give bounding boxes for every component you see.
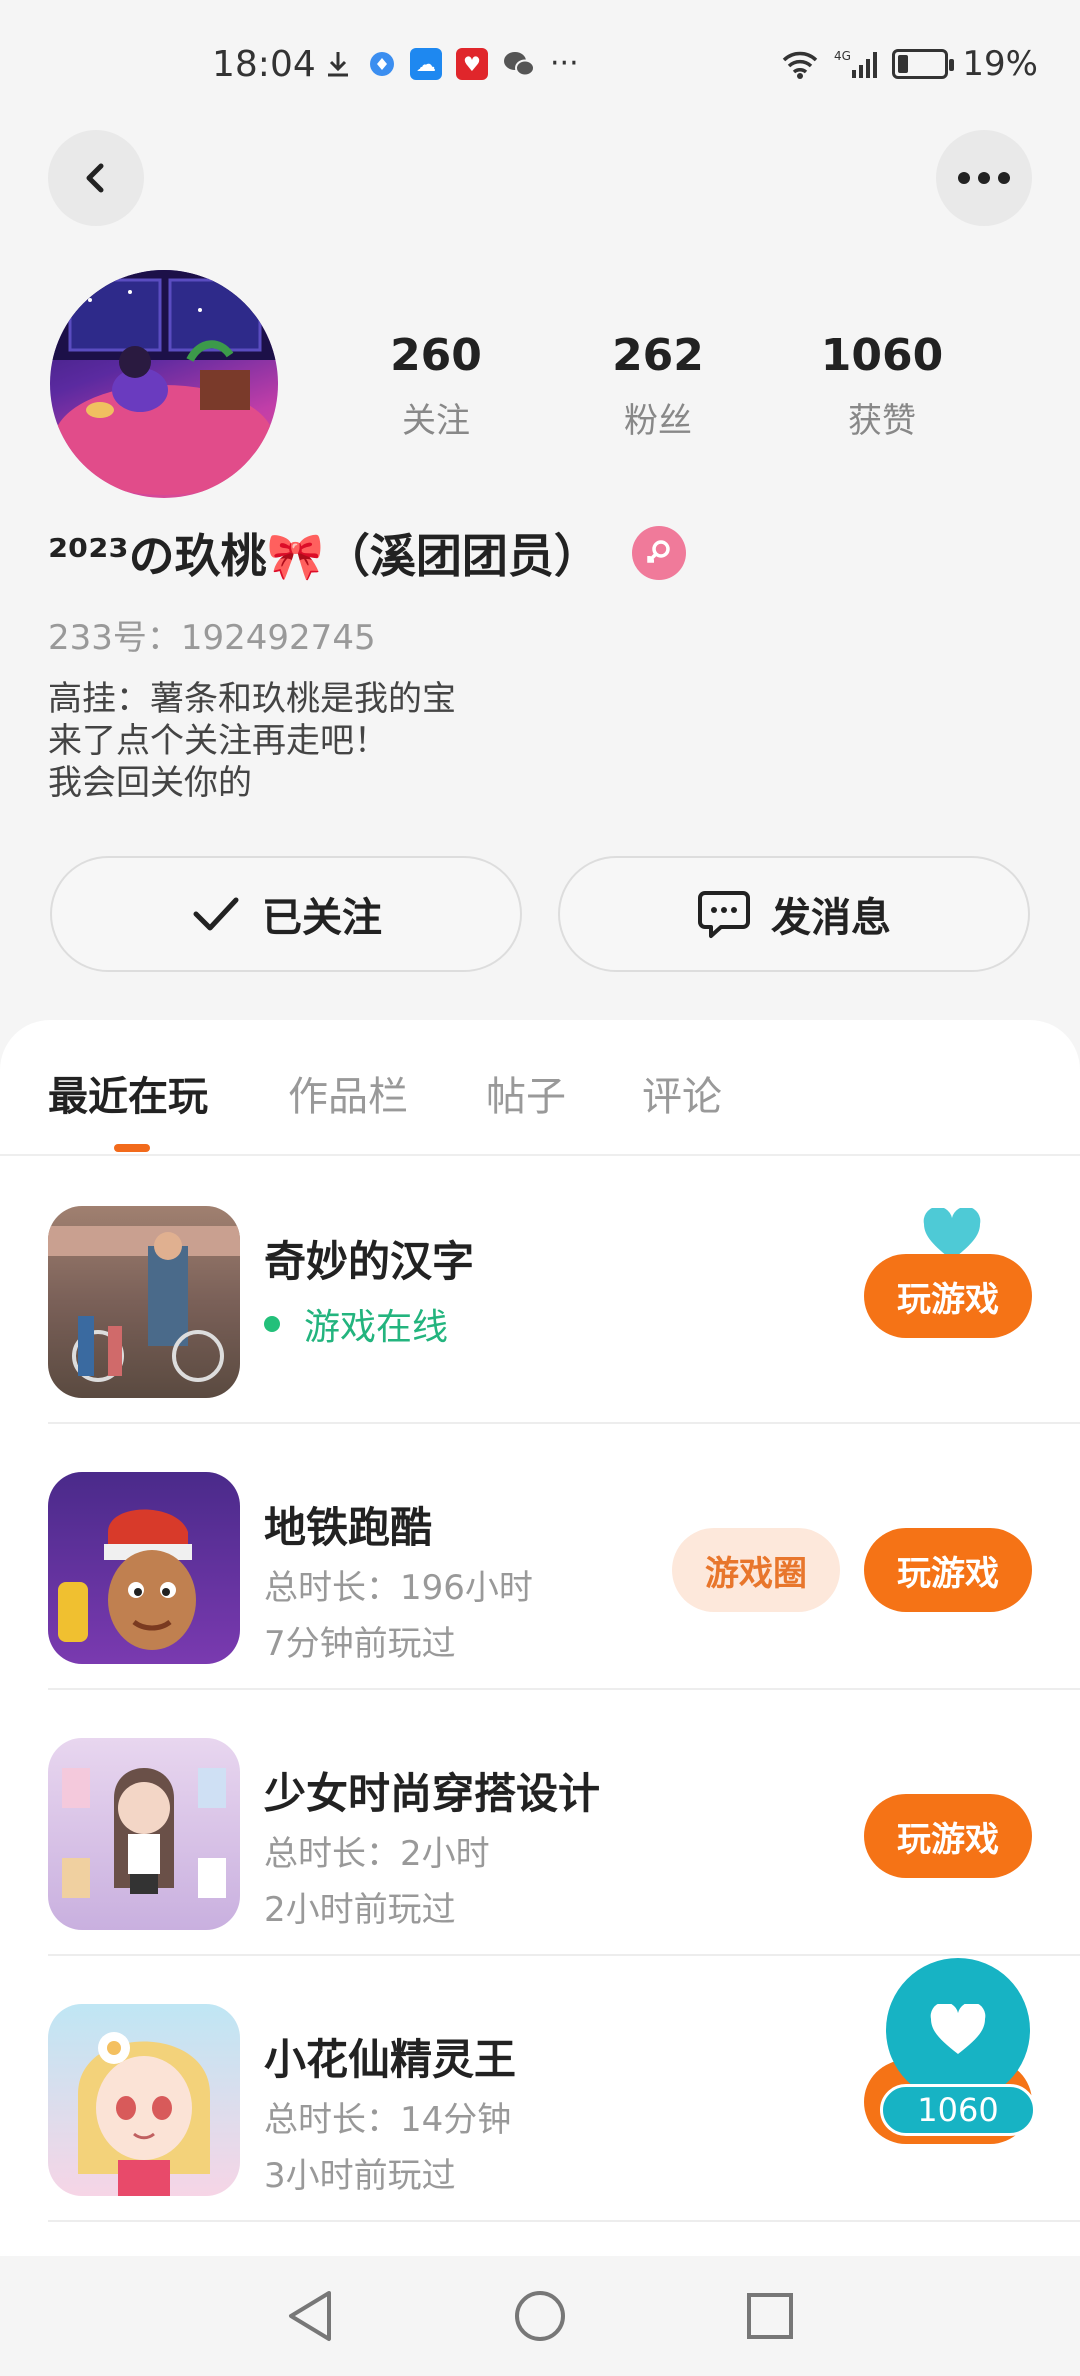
system-nav-bar [0,2256,1080,2376]
bio-line: 我会回关你的 [48,763,252,803]
play-game-button[interactable]: 玩游戏 [864,1794,1032,1878]
stat-followers[interactable]: 262 粉丝 [558,330,758,442]
floating-like-count: 1060 [880,2084,1036,2136]
avatar[interactable] [50,270,278,498]
game-icon-fashion-dressup [48,1738,240,1930]
system-status: 4G 19% [780,44,1038,84]
profile-screen: 18:04 ☁ ♥ ··· 4G 19% 260 关注 262 粉丝 1060 … [0,0,1080,2376]
bio-line: 来了点个关注再走吧！ [48,721,388,761]
more-button[interactable] [936,130,1032,226]
followed-label: 已关注 [262,895,382,941]
active-tab-indicator [114,1144,150,1152]
stat-following[interactable]: 260 关注 [336,330,536,442]
chat-bubble-icon [698,891,750,938]
game-title: 少女时尚穿搭设计 [264,1769,601,1818]
circle-home-icon [515,2291,565,2341]
following-count: 260 [390,330,482,381]
triangle-back-icon [289,2291,331,2341]
nav-recents-button[interactable] [740,2286,800,2346]
game-title: 小花仙精灵王 [264,2035,517,2084]
stat-likes[interactable]: 1060 获赞 [782,330,982,442]
app-icon: ♥ [456,47,488,80]
tab-works[interactable]: 作品栏 [288,1064,408,1122]
check-icon [193,897,239,931]
followed-button[interactable]: 已关注 [50,856,522,972]
battery-icon [892,49,955,79]
game-icon-hanzi [48,1206,240,1398]
followers-count: 262 [612,330,704,381]
user-id: 233号：192492745 [48,618,376,658]
back-button[interactable] [48,130,144,226]
last-played: 7分钟前玩过 [264,1624,456,1664]
last-played: 3小时前玩过 [264,2156,456,2196]
following-label: 关注 [402,401,470,441]
bio-line: 高挂：薯条和玖桃是我的宝 [48,679,456,719]
weather-icon: ☁ [410,47,442,80]
floating-like-button[interactable]: 1060 [880,1958,1036,2144]
svg-text:4G: 4G [834,49,851,63]
likes-label: 获赞 [848,401,916,441]
online-status: 游戏在线 [264,1298,448,1350]
game-title: 奇妙的汉字 [264,1237,475,1286]
send-message-button[interactable]: 发消息 [558,856,1030,972]
game-icon-flower-fairy [48,2004,240,2196]
battery-percent: 19% [962,44,1038,84]
nickname-row: ²⁰²³の玖桃🎀（溪团团员） [48,520,686,586]
game-row[interactable]: 地铁跑酷 总时长：196小时 7分钟前玩过 游戏圈 玩游戏 [48,1424,1080,1690]
game-row[interactable]: 奇妙的汉字 游戏在线 玩游戏 [48,1158,1080,1424]
heart-icon [930,2004,986,2054]
status-time: 18:04 [212,44,316,85]
send-message-label: 发消息 [771,895,891,941]
chevron-left-icon [86,163,104,193]
avatar-illustration [50,270,278,495]
play-game-button[interactable]: 玩游戏 [864,1528,1032,1612]
more-notifications-icon: ··· [550,46,579,81]
wifi-icon [783,51,818,79]
tab-recently-played[interactable]: 最近在玩 [48,1064,208,1122]
floating-like-circle [886,1958,1030,2102]
tab-bar: 最近在玩 作品栏 帖子 评论 [0,1020,1080,1156]
square-recents-icon [747,2293,793,2339]
game-title: 地铁跑酷 [264,1503,433,1552]
notification-icons: ☁ ♥ ··· [322,46,579,81]
game-row[interactable]: 少女时尚穿搭设计 总时长：2小时 2小时前玩过 玩游戏 [48,1690,1080,1956]
status-bar: 18:04 ☁ ♥ ··· 4G 19% [0,0,1080,130]
signal-icon: 4G [834,49,878,78]
app-icon [370,51,394,76]
game-icon-subway-surfers [48,1472,240,1664]
play-duration: 总时长：2小时 [264,1834,490,1874]
tab-posts[interactable]: 帖子 [486,1064,566,1122]
bio: 高挂：薯条和玖桃是我的宝 来了点个关注再走吧！ 我会回关你的 [48,678,456,804]
online-status-text: 游戏在线 [304,1307,449,1348]
online-dot-icon [264,1316,280,1332]
last-played: 2小时前玩过 [264,1890,456,1930]
play-game-button[interactable]: 玩游戏 [864,1254,1032,1338]
likes-count: 1060 [820,330,944,381]
more-dots-icon [958,172,1010,184]
nickname: ²⁰²³の玖桃🎀（溪团团员） [48,529,600,583]
nav-back-button[interactable] [280,2286,340,2346]
wechat-icon [504,51,535,76]
play-duration: 总时长：14分钟 [264,2100,512,2140]
game-circle-button[interactable]: 游戏圈 [672,1528,840,1612]
nav-home-button[interactable] [510,2286,570,2346]
followers-label: 粉丝 [624,401,692,441]
female-gender-icon [631,526,686,580]
battery-level-fill [898,55,908,73]
play-duration: 总时长：196小时 [264,1568,533,1608]
download-icon [328,51,348,76]
tab-comments[interactable]: 评论 [642,1064,722,1122]
